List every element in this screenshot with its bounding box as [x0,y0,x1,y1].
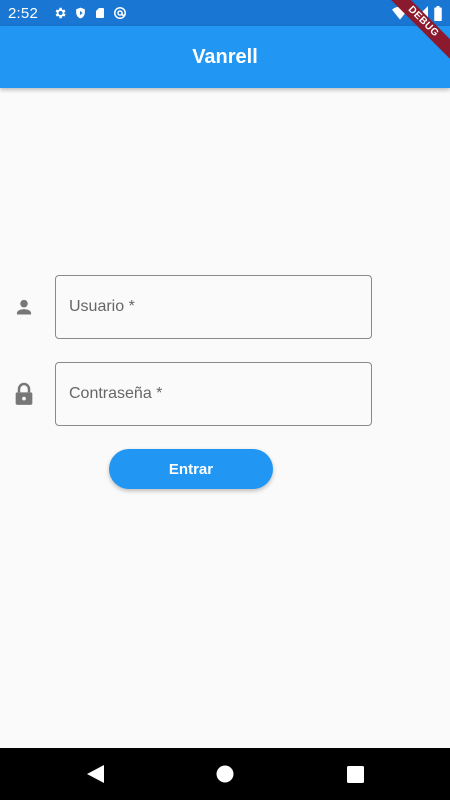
password-input[interactable] [69,363,371,425]
at-sign-icon [110,5,130,21]
wifi-icon [392,6,408,20]
password-field[interactable] [55,362,372,426]
person-icon [13,295,35,319]
gear-icon [50,5,70,21]
recents-icon[interactable] [345,765,365,783]
signal-icon [414,6,428,20]
app-bar: Vanrell [0,26,450,88]
username-field[interactable] [55,275,372,339]
app-title: Vanrell [192,45,258,68]
sd-card-icon [90,5,110,21]
status-system-icons [386,0,442,26]
home-icon[interactable] [215,765,235,783]
battery-icon [434,5,442,21]
login-button[interactable]: Entrar [109,449,273,489]
status-time: 2:52 [8,4,38,22]
back-icon[interactable] [85,765,105,783]
lock-icon [13,382,35,406]
status-notification-icons [50,5,130,21]
status-bar: 2:52 [0,0,450,26]
username-input[interactable] [69,276,371,338]
password-row [0,362,450,426]
shield-icon [70,5,90,21]
system-nav-bar [0,748,450,800]
username-row [0,275,450,339]
